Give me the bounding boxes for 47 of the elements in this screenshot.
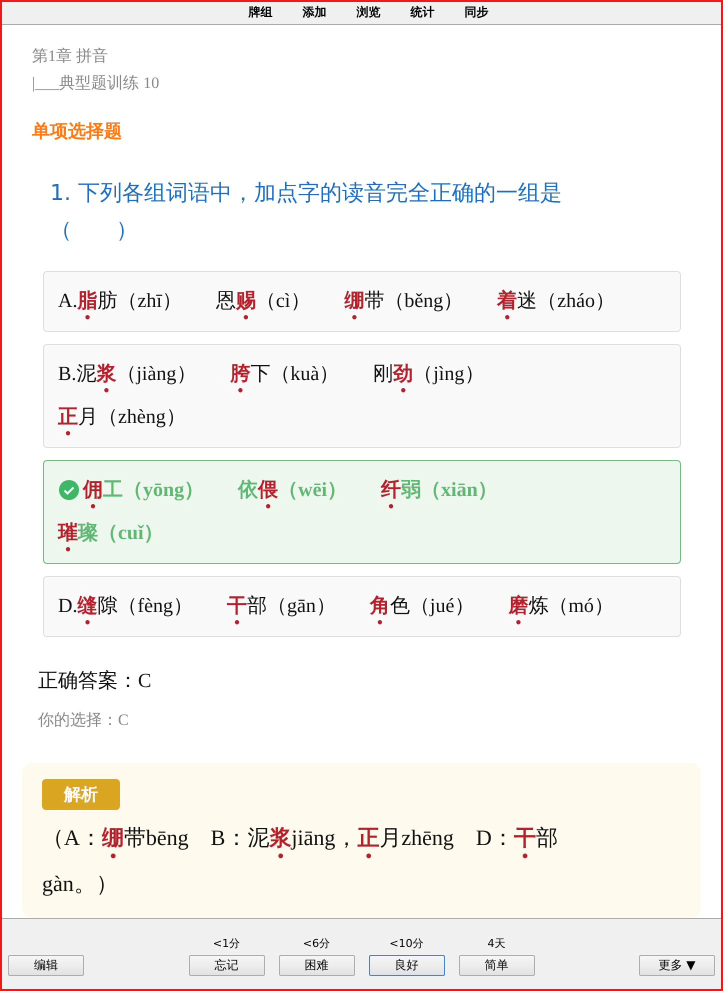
word-pinyin: 胯下（kuà） [230,362,340,387]
word-pinyin: 着迷（zháo） [497,288,615,314]
answer-button[interactable]: 困难 [278,955,354,976]
answer-option[interactable]: D.缝隙（fèng） 干部（gān） 角色（jué） 磨炼（mó） [43,576,681,637]
word-pinyin: 璀璨（cuǐ） [58,520,164,546]
interval-label: <10分 [389,936,424,951]
interval-label: <1分 [212,936,240,951]
answer-button[interactable]: 良好 [368,955,444,976]
section-title: 单项选择题 [32,120,123,143]
interval-label: 4天 [488,936,506,951]
explanation-badge: 解析 [42,778,120,810]
menu-link[interactable]: 浏览 [356,4,380,22]
word-pinyin: 恩赐（cì） [216,288,310,314]
menu-link[interactable]: 添加 [302,4,326,22]
edit-button[interactable]: 编辑 [8,955,84,976]
answer-option[interactable]: B.泥浆（jiàng） 胯下（kuà） 刚劲（jìng） 正月（zhèng） [43,344,681,448]
word-pinyin: 纤弱（xiān） [381,478,498,503]
word-pinyin: 角色（jué） [370,594,474,619]
correct-answer: 正确答案：C [38,668,152,694]
interval-label: <6分 [302,936,330,951]
word-pinyin: 依偎（wēi） [238,478,348,503]
option-label: A. [58,289,78,314]
answer-button[interactable]: 忘记 [188,955,264,976]
word-pinyin: 佣工（yōng） [83,478,204,503]
your-choice: 你的选择：C [38,710,130,731]
word-pinyin: 缝隙（fèng） [77,594,193,619]
breadcrumb-text: |___典型题训练 10 [32,74,160,94]
answer-option[interactable]: 佣工（yōng） 依偎（wēi） 纤弱（xiān） 璀璨（cuǐ） [43,460,681,564]
menu-link[interactable]: 统计 [410,4,434,22]
question-text: 1. 下列各组词语中，加点字的读音完全正确的一组是（ ） [50,180,563,245]
answer-option[interactable]: A.脂肪（zhī） 恩赐（cì） 绷带（běng） 着迷（zháo） [43,270,681,332]
check-icon [58,479,80,502]
breadcrumb-text: 第1章 拼音 [32,46,109,67]
more-button[interactable]: 更多 ▼ [639,955,715,976]
word-pinyin: 泥浆（jiàng） [76,362,196,387]
word-pinyin: 绷带（běng） [344,288,464,314]
word-pinyin: 磨炼（mó） [508,594,614,619]
word-pinyin: 脂肪（zhī） [77,288,182,314]
option-label: B. [58,362,76,388]
menu-link[interactable]: 同步 [464,4,488,22]
menu-link[interactable]: 牌组 [248,4,272,22]
answer-button[interactable]: 简单 [458,955,534,976]
word-pinyin: 正月（zhèng） [58,404,186,430]
explanation-text: （A：绷带bēng B：泥浆jiāng，正月zhēng D：干部gàn。） [42,824,559,898]
word-pinyin: 干部（gān） [227,594,336,619]
word-pinyin: 刚劲（jìng） [373,362,484,387]
option-label: D. [58,594,78,620]
